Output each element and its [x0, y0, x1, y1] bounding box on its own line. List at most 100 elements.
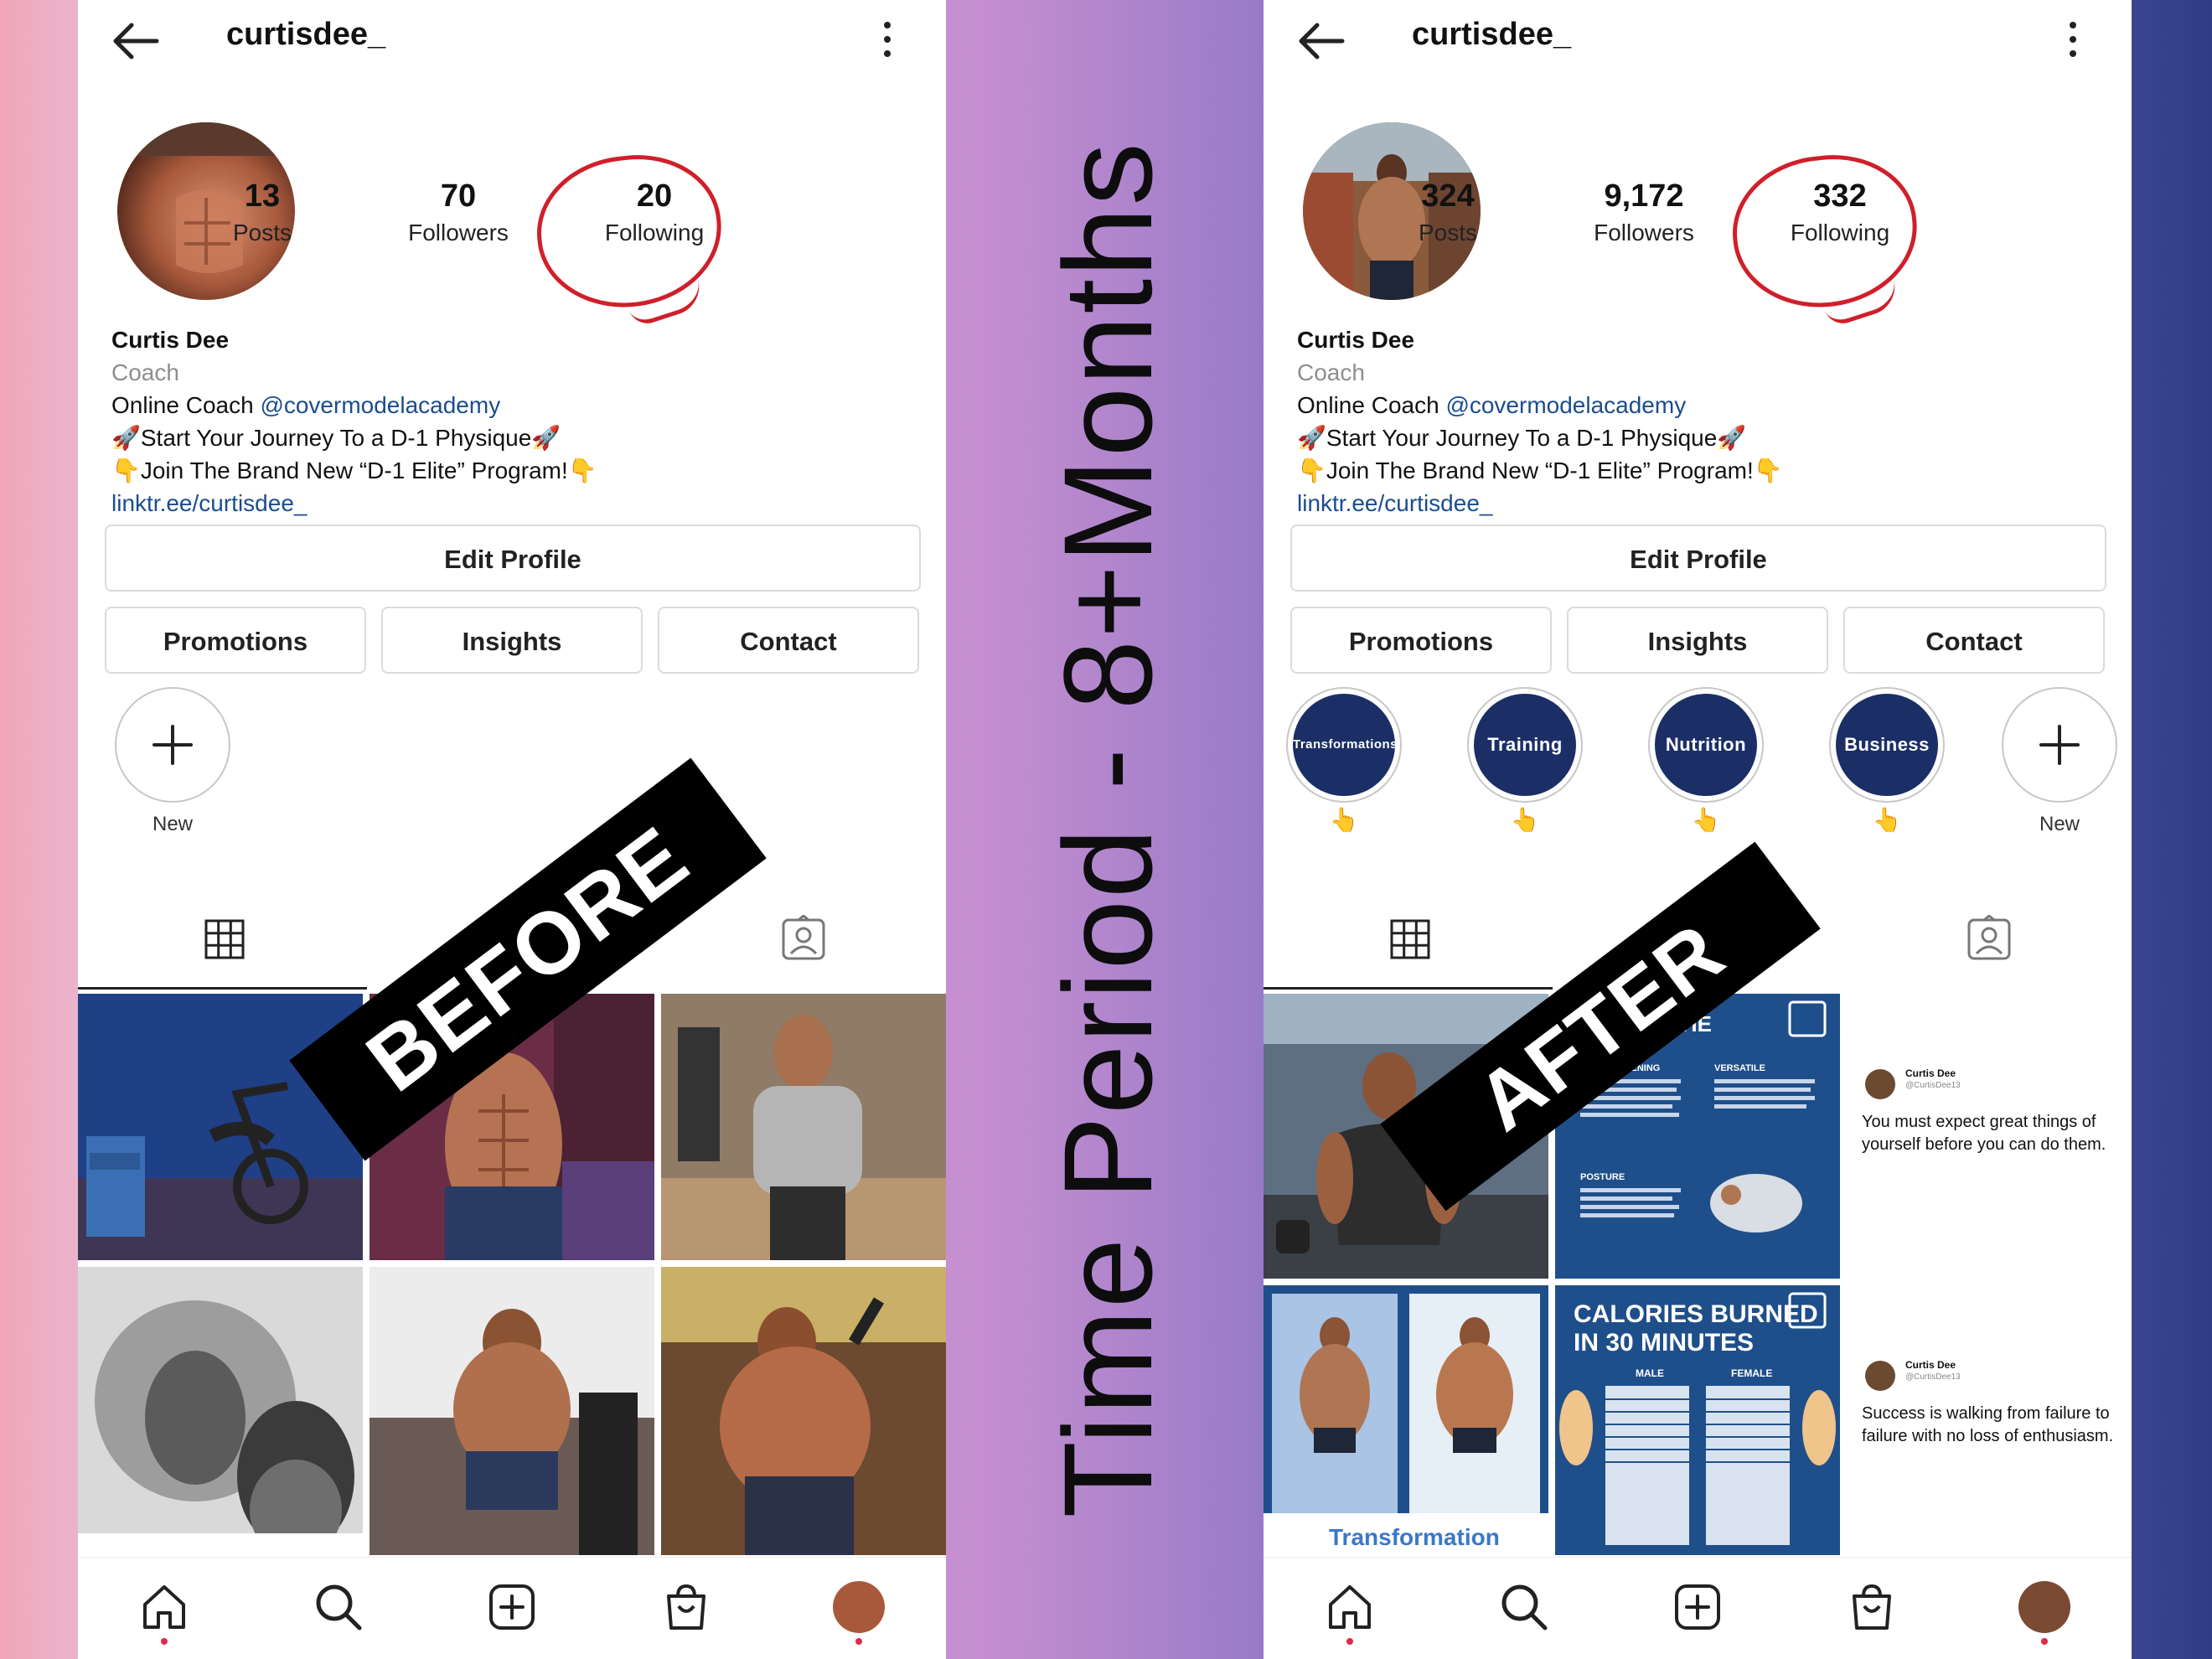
- bio-website-link[interactable]: linktr.ee/curtisdee_: [1297, 487, 2085, 519]
- time-period-title: Time Period - 8+Months: [1037, 141, 1178, 1518]
- highlight-label: Business: [1836, 694, 1938, 796]
- calories-column-female: FEMALE: [1731, 1367, 1773, 1379]
- followers-stat[interactable]: 9,172 Followers: [1560, 176, 1728, 250]
- home-notification-dot: [1346, 1638, 1353, 1645]
- post-tile-5[interactable]: [370, 1267, 654, 1555]
- home-icon[interactable]: [1324, 1581, 1376, 1633]
- highlight-label: Training: [1474, 694, 1576, 796]
- top-bar: curtisdee_: [1264, 0, 2132, 80]
- profile-notification-dot: [855, 1638, 862, 1645]
- tweet-author-name: Curtis Dee: [1905, 1067, 1956, 1079]
- profile-username: curtisdee_: [1412, 17, 1572, 52]
- home-icon[interactable]: [138, 1581, 190, 1633]
- profile-screen-after: curtisdee_ 324 Posts 9,172 Followers 332 Fo…: [1264, 0, 2132, 1659]
- post-tile-6[interactable]: [661, 1267, 946, 1555]
- back-arrow-icon[interactable]: [110, 20, 160, 62]
- bottom-navigation: [78, 1557, 946, 1659]
- highlight-label: Nutrition: [1655, 694, 1757, 796]
- active-tab-indicator: [78, 987, 367, 990]
- tagged-photos-icon[interactable]: [1966, 915, 2013, 962]
- profile-tab-avatar[interactable]: [2018, 1581, 2070, 1633]
- new-post-icon[interactable]: [1672, 1581, 1724, 1633]
- edit-profile-button[interactable]: Edit Profile: [1290, 525, 2106, 592]
- posts-count: 13: [244, 178, 281, 214]
- back-arrow-icon[interactable]: [1295, 20, 1346, 62]
- profile-category: Coach: [111, 359, 179, 385]
- posts-label: Posts: [1418, 220, 1478, 245]
- bio-line-2: 🚀Start Your Journey To a D-1 Physique🚀: [1297, 425, 1747, 451]
- tweet-text: Success is walking from failure to failu…: [1862, 1404, 2114, 1445]
- more-options-icon[interactable]: [882, 22, 892, 62]
- grid-icon[interactable]: [204, 918, 245, 960]
- post-tile-1[interactable]: [78, 994, 363, 1260]
- insights-button[interactable]: Insights: [381, 607, 643, 674]
- calories-column-male: MALE: [1636, 1367, 1664, 1379]
- infographic-label-2: VERSATILE: [1714, 1063, 1765, 1073]
- top-bar: curtisdee_: [78, 0, 946, 80]
- post-tile-4[interactable]: Transformation: [1264, 1285, 1548, 1555]
- post-tile-6[interactable]: Curtis Dee @CurtisDee13 Success is walki…: [1847, 1285, 2132, 1555]
- followers-circle-annotation: [1725, 146, 1925, 317]
- profile-tab-avatar[interactable]: [833, 1581, 885, 1633]
- profile-screen-before: curtisdee_ 13 Posts 70 Followers 20 Followi…: [78, 0, 946, 1659]
- new-highlight-label: New: [2039, 813, 2080, 835]
- post-tile-4[interactable]: [78, 1267, 363, 1533]
- promotions-button[interactable]: Promotions: [1290, 607, 1552, 674]
- bio-line-1: Online Coach @covermodelacademy: [111, 392, 501, 418]
- new-highlight-button[interactable]: New: [2001, 687, 2118, 836]
- edit-profile-button[interactable]: Edit Profile: [105, 525, 921, 592]
- mention-link[interactable]: @covermodelacademy: [1445, 392, 1686, 418]
- grid-icon[interactable]: [1389, 918, 1431, 960]
- followers-count: 70: [440, 178, 477, 214]
- tweet-author-handle: @CurtisDee13: [1905, 1372, 1961, 1382]
- posts-stat[interactable]: 324 Posts: [1364, 176, 1532, 250]
- contact-button[interactable]: Contact: [1843, 607, 2105, 674]
- profile-bio: Curtis Dee Coach Online Coach @covermode…: [111, 323, 899, 519]
- highlight-training[interactable]: Training 👆: [1466, 687, 1584, 834]
- profile-username: curtisdee_: [226, 17, 386, 52]
- pointing-up-icon: 👆: [1329, 807, 1359, 833]
- profile-bio: Curtis Dee Coach Online Coach @covermode…: [1297, 323, 2085, 519]
- post-tile-3[interactable]: Curtis Dee @CurtisDee13 You must expect …: [1847, 994, 2132, 1279]
- posts-grid: THE STRENGTHENING VERSATILE POSTURE Curt…: [1264, 994, 2132, 1555]
- shop-bag-icon[interactable]: [660, 1581, 712, 1633]
- plus-icon: [152, 725, 193, 765]
- posts-label: Posts: [232, 220, 292, 245]
- calories-title-line-1: CALORIES BURNED: [1574, 1300, 1818, 1328]
- tweet-author-handle: @CurtisDee13: [1905, 1081, 1961, 1090]
- followers-count: 9,172: [1604, 178, 1684, 214]
- transformation-caption: Transformation: [1329, 1524, 1500, 1550]
- contact-button[interactable]: Contact: [658, 607, 919, 674]
- pointing-up-icon: 👆: [1872, 807, 1902, 833]
- tweet-author-name: Curtis Dee: [1905, 1359, 1956, 1371]
- profile-category: Coach: [1297, 359, 1365, 385]
- bio-line-3: 👇Join The Brand New “D-1 Elite” Program!…: [1297, 457, 1783, 483]
- new-post-icon[interactable]: [486, 1581, 538, 1633]
- bio-line-2: 🚀Start Your Journey To a D-1 Physique🚀: [111, 425, 561, 451]
- infographic-label-3: POSTURE: [1580, 1172, 1625, 1182]
- bio-website-link[interactable]: linktr.ee/curtisdee_: [111, 487, 899, 519]
- profile-notification-dot: [2041, 1638, 2048, 1645]
- posts-count: 324: [1421, 178, 1475, 214]
- home-notification-dot: [161, 1638, 168, 1645]
- insights-button[interactable]: Insights: [1567, 607, 1828, 674]
- search-icon[interactable]: [1498, 1581, 1550, 1633]
- highlight-nutrition[interactable]: Nutrition 👆: [1647, 687, 1765, 834]
- tagged-photos-icon[interactable]: [780, 915, 827, 962]
- shop-bag-icon[interactable]: [1846, 1581, 1898, 1633]
- mention-link[interactable]: @covermodelacademy: [260, 392, 500, 418]
- new-highlight-button[interactable]: New: [114, 687, 231, 836]
- posts-grid: [78, 994, 946, 1555]
- followers-stat[interactable]: 70 Followers: [375, 176, 542, 250]
- active-tab-indicator: [1264, 987, 1553, 990]
- post-tile-3[interactable]: [661, 994, 946, 1260]
- promotions-button[interactable]: Promotions: [105, 607, 366, 674]
- search-icon[interactable]: [313, 1581, 364, 1633]
- tweet-avatar: [1865, 1069, 1895, 1099]
- highlight-business[interactable]: Business 👆: [1828, 687, 1946, 834]
- more-options-icon[interactable]: [2068, 22, 2078, 62]
- posts-stat[interactable]: 13 Posts: [178, 176, 346, 250]
- highlight-transformations[interactable]: Transformations 👆: [1285, 687, 1403, 834]
- followers-circle-annotation: [530, 146, 729, 317]
- post-tile-5[interactable]: CALORIES BURNED IN 30 MINUTES MALE FEMAL…: [1555, 1285, 1840, 1555]
